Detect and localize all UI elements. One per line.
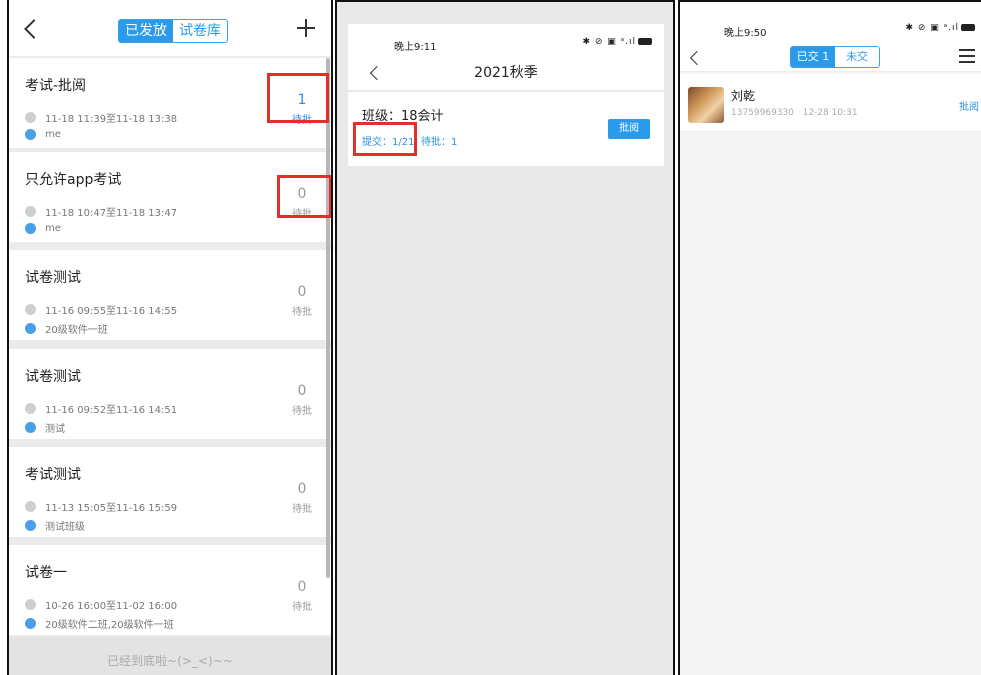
- pending-count: 0: [297, 481, 307, 497]
- pending-count: 0: [297, 579, 307, 595]
- add-icon[interactable]: [297, 19, 315, 37]
- exam-time: 10-26 16:00至11-02 16:00: [45, 601, 178, 612]
- status-icons: ✱ ⊘ ▣ ᵃ.ıl: [905, 23, 975, 33]
- student-phone: 13759969330: [731, 108, 794, 118]
- class-icon: [25, 223, 36, 234]
- exam-time-row: 11-16 09:55至11-16 14:55: [25, 302, 177, 317]
- exam-target: 测试: [45, 424, 65, 435]
- class-icon: [25, 422, 36, 433]
- exam-target-row: 测试班级: [25, 518, 85, 533]
- exam-time-row: 11-18 11:39至11-18 13:38: [25, 110, 177, 125]
- battery-icon: [638, 38, 652, 45]
- exam-time: 11-13 15:05至11-16 15:59: [45, 503, 178, 514]
- battery-icon: [961, 24, 975, 31]
- student-row[interactable]: 刘乾 13759969330 12-28 10:31 批阅: [680, 74, 981, 132]
- class-icon: [25, 618, 36, 629]
- exam-title: 试卷测试: [25, 369, 81, 385]
- class-icon: [25, 323, 36, 334]
- tab-switch: 已发放 试卷库: [118, 19, 228, 43]
- exam-list-panel: 已发放 试卷库 考试-批阅 11-18 11:39至11-18 13:38 me…: [7, 0, 333, 675]
- exam-card[interactable]: 考试测试 11-13 15:05至11-16 15:59 测试班级 0 待批: [9, 447, 331, 537]
- tab-submitted[interactable]: 已交 1: [791, 47, 835, 67]
- exam-target: me: [45, 223, 61, 234]
- clock-icon: [25, 403, 36, 414]
- pending-count: 待批：1: [421, 137, 458, 148]
- pending-label: 待批: [292, 602, 312, 613]
- exam-target: 20级软件二班,20级软件一班: [45, 620, 174, 631]
- review-button[interactable]: 批阅: [608, 119, 650, 139]
- pending-label: 待批: [292, 504, 312, 515]
- exam-card[interactable]: 试卷测试 11-16 09:55至11-16 14:55 20级软件一班 0 待…: [9, 250, 331, 340]
- clock-icon: [25, 304, 36, 315]
- exam-target: 测试班级: [45, 522, 85, 533]
- page-title: 2021秋季: [474, 65, 538, 81]
- clock-icon: [25, 501, 36, 512]
- tab-not-submitted[interactable]: 未交: [835, 47, 879, 67]
- exam-time-row: 10-26 16:00至11-02 16:00: [25, 597, 177, 612]
- exam-target: 20级软件一班: [45, 325, 108, 336]
- class-icon: [25, 520, 36, 531]
- exam-time: 11-18 10:47至11-18 13:47: [45, 208, 178, 219]
- back-arrow-icon[interactable]: [689, 50, 705, 66]
- submission-list-panel: 晚上9:50 ✱ ⊘ ▣ ᵃ.ıl 已交 1 未交 刘乾 13759969330…: [678, 0, 981, 675]
- exam-time-row: 11-16 09:52至11-16 14:51: [25, 401, 177, 416]
- menu-icon[interactable]: [959, 49, 975, 63]
- tab-paper-library[interactable]: 试卷库: [173, 20, 227, 42]
- exam-title: 试卷一: [25, 565, 67, 581]
- status-time: 晚上9:11: [394, 42, 437, 53]
- avatar: [688, 87, 724, 123]
- header-bar: 晚上9:50 ✱ ⊘ ▣ ᵃ.ıl 已交 1 未交: [680, 2, 981, 72]
- exam-time: 11-16 09:52至11-16 14:51: [45, 405, 178, 416]
- class-icon: [25, 129, 36, 140]
- pending-label: 待批: [292, 307, 312, 318]
- highlight-box: [353, 122, 417, 156]
- end-of-list-text: 已经到底啦~(>_<)~~: [9, 637, 331, 675]
- clock-icon: [25, 206, 36, 217]
- status-time: 晚上9:50: [724, 28, 767, 39]
- exam-title: 考试测试: [25, 467, 81, 483]
- exam-title: 试卷测试: [25, 270, 81, 286]
- review-link[interactable]: 批阅: [959, 98, 979, 113]
- exam-time-row: 11-18 10:47至11-18 13:47: [25, 204, 177, 219]
- class-summary-panel: 晚上9:11 ✱ ⊘ ▣ ᵃ.ıl 2021秋季 班级：18会计 提交：1/21…: [335, 0, 675, 675]
- exam-title: 考试-批阅: [25, 78, 87, 94]
- exam-target: me: [45, 129, 61, 140]
- clock-icon: [25, 599, 36, 610]
- exam-time: 11-16 09:55至11-16 14:55: [45, 306, 178, 317]
- exam-target-row: 20级软件一班: [25, 321, 108, 336]
- status-icons: ✱ ⊘ ▣ ᵃ.ıl: [582, 37, 652, 47]
- header-bar: 已发放 试卷库: [9, 0, 331, 56]
- exam-target-row: 测试: [25, 420, 65, 435]
- exam-card[interactable]: 试卷测试 11-16 09:52至11-16 14:51 测试 0 待批: [9, 349, 331, 439]
- tab-switch: 已交 1 未交: [790, 46, 880, 68]
- tab-issued[interactable]: 已发放: [119, 20, 173, 42]
- header-bar: 晚上9:11 ✱ ⊘ ▣ ᵃ.ıl 2021秋季: [348, 24, 664, 90]
- pending-label: 待批: [292, 406, 312, 417]
- student-meta: 13759969330 12-28 10:31: [731, 108, 858, 118]
- exam-time-row: 11-13 15:05至11-16 15:59: [25, 499, 177, 514]
- exam-target-row: me: [25, 223, 61, 234]
- scrollbar[interactable]: [326, 58, 330, 578]
- pending-count: 0: [297, 383, 307, 399]
- submit-time: 12-28 10:31: [802, 108, 858, 118]
- student-name: 刘乾: [731, 89, 756, 103]
- exam-time: 11-18 11:39至11-18 13:38: [45, 114, 178, 125]
- exam-target-row: 20级软件二班,20级软件一班: [25, 616, 174, 631]
- highlight-box: [277, 175, 331, 218]
- highlight-box: [267, 73, 329, 123]
- exam-card[interactable]: 试卷一 10-26 16:00至11-02 16:00 20级软件二班,20级软…: [9, 545, 331, 635]
- back-arrow-icon[interactable]: [24, 19, 44, 39]
- pending-count: 0: [297, 284, 307, 300]
- exam-title: 只允许app考试: [25, 172, 122, 188]
- exam-target-row: me: [25, 129, 61, 140]
- clock-icon: [25, 112, 36, 123]
